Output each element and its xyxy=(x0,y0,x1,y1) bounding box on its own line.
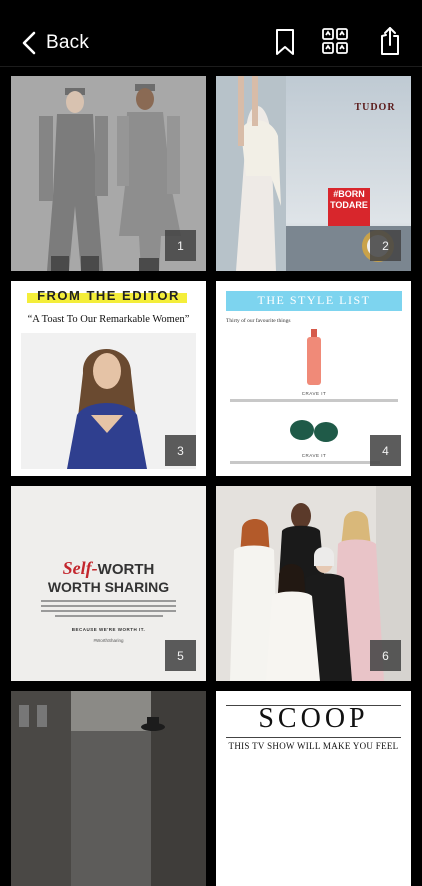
page-intro: Thirty of our favourite things xyxy=(226,318,291,324)
badge-line: #BORN xyxy=(333,189,365,199)
caption: CRAVE IT xyxy=(301,391,327,396)
bookmark-icon[interactable] xyxy=(275,28,295,56)
self-script: Self- xyxy=(62,558,98,578)
tagline: BECAUSE WE'RE WORTH IT. xyxy=(71,627,146,632)
back-label: Back xyxy=(46,32,90,53)
page-heading: SCOOP xyxy=(258,703,369,734)
page-number-badge: 6 xyxy=(370,640,401,671)
share-icon[interactable] xyxy=(378,26,402,56)
body-text xyxy=(41,600,176,617)
brand-logo: TUDOR xyxy=(354,102,396,113)
bottom-rule xyxy=(226,737,401,738)
page-thumbnail[interactable]: SCOOP THIS TV SHOW WILL MAKE YOU FEEL xyxy=(216,691,411,886)
grid-icon[interactable] xyxy=(322,28,348,54)
text-lines xyxy=(230,399,398,402)
text-lines xyxy=(230,461,380,464)
page-number-badge: 3 xyxy=(165,435,196,466)
page-thumbnail[interactable]: FROM THE EDITOR “A Toast To Our Remarkab… xyxy=(11,281,206,476)
page-thumbnail[interactable]: 6 xyxy=(216,486,411,681)
page-number-badge: 4 xyxy=(370,435,401,466)
top-bar: Back xyxy=(0,0,422,67)
badge-line: TODARE xyxy=(330,200,368,210)
product-earbuds xyxy=(290,420,338,442)
page-thumbnail[interactable] xyxy=(11,691,206,886)
chevron-left-icon xyxy=(22,31,36,55)
page-thumbnail[interactable]: TUDOR #BORN TODARE 2 xyxy=(216,76,411,271)
page-thumbnail[interactable]: 1 xyxy=(11,76,206,271)
title-line-2: WORTH SHARING xyxy=(47,579,170,595)
page-number-badge: 1 xyxy=(165,230,196,261)
page-heading: THE STYLE LIST xyxy=(257,293,371,307)
title-line-1: Self-WORTH xyxy=(11,558,206,579)
page-number-badge: 2 xyxy=(370,230,401,261)
badge-text: #BORN TODARE xyxy=(328,189,370,211)
product-bottle xyxy=(307,329,321,385)
page-thumbnail[interactable]: Self-WORTH WORTH SHARING BECAUSE WE'RE W… xyxy=(11,486,206,681)
page-number-badge: 5 xyxy=(165,640,196,671)
page-heading: FROM THE EDITOR xyxy=(37,288,180,303)
back-button[interactable]: Back xyxy=(22,28,89,58)
street-photo xyxy=(11,691,206,886)
title-word: WORTH xyxy=(97,561,155,578)
page-subtitle: “A Toast To Our Remarkable Women” xyxy=(27,314,190,325)
page-thumbnail[interactable]: THE STYLE LIST Thirty of our favourite t… xyxy=(216,281,411,476)
